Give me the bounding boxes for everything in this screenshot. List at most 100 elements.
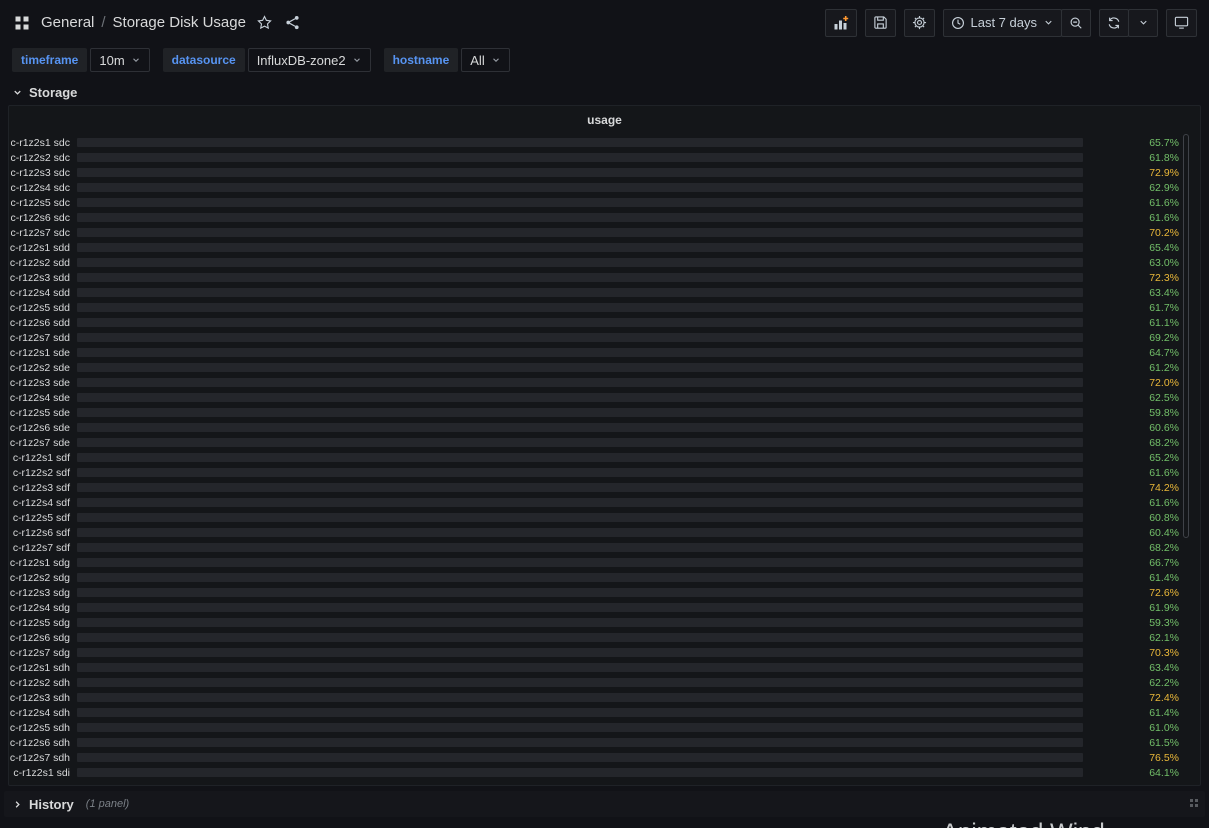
gauge-track <box>77 618 1083 627</box>
cycle-view-mode-button[interactable] <box>1166 8 1197 37</box>
zoom-out-time-button[interactable] <box>1061 8 1091 37</box>
gear-icon <box>912 15 926 30</box>
gauge-row: c-r1z2s7 sdc 70.2% <box>9 225 1200 240</box>
gauge-row: c-r1z2s1 sdg 66.7% <box>9 555 1200 570</box>
chevron-down-icon <box>1045 20 1052 25</box>
gauge-row: c-r1z2s4 sdg 61.9% <box>9 600 1200 615</box>
star-icon <box>257 15 272 30</box>
dashboards-grid-icon[interactable] <box>12 13 32 33</box>
gauge-label: c-r1z2s1 sdc <box>10 136 70 149</box>
gauge-label: c-r1z2s3 sdd <box>9 271 70 284</box>
gauge-label: c-r1z2s7 sde <box>9 436 70 449</box>
gauge-track <box>77 738 1083 747</box>
row-header-history[interactable]: History (1 panel) <box>4 791 1205 817</box>
gauge-label: c-r1z2s6 sdg <box>9 631 70 644</box>
gauge-track <box>77 198 1083 207</box>
gauge-track <box>77 213 1083 222</box>
panel-title[interactable]: usage <box>9 106 1200 133</box>
gauge-row: c-r1z2s3 sdf 74.2% <box>9 480 1200 495</box>
gauge-track <box>77 528 1083 537</box>
variable-datasource-selected: InfluxDB-zone2 <box>256 52 346 68</box>
variable-hostname-label: hostname <box>383 48 459 72</box>
gauge-row: c-r1z2s4 sdc 62.9% <box>9 180 1200 195</box>
gauge-row: c-r1z2s7 sdh 76.5% <box>9 750 1200 765</box>
gauge-track <box>77 393 1083 402</box>
gauge-label: c-r1z2s4 sdh <box>9 706 70 719</box>
save-dashboard-button[interactable] <box>864 8 896 37</box>
star-dashboard-button[interactable] <box>255 13 274 32</box>
partial-panel-title-clipped: Animated Wind <box>942 818 1202 828</box>
gauge-label: c-r1z2s4 sdf <box>12 496 70 509</box>
gauge-value: 61.5% <box>1149 736 1179 749</box>
gauge-track <box>77 318 1083 327</box>
row-drag-handle[interactable] <box>1190 799 1198 807</box>
gauge-row: c-r1z2s5 sdf 60.8% <box>9 510 1200 525</box>
gauge-track <box>77 753 1083 762</box>
refresh-button[interactable] <box>1099 8 1129 37</box>
gauge-label: c-r1z2s3 sdh <box>9 691 70 704</box>
gauge-row: c-r1z2s5 sdh 61.0% <box>9 720 1200 735</box>
gauge-track <box>77 408 1083 417</box>
gauge-label: c-r1z2s2 sdh <box>9 676 70 689</box>
dashboard-settings-button[interactable] <box>903 8 935 37</box>
monitor-icon <box>1174 16 1189 29</box>
gauge-rows: c-r1z2s1 sdc 65.7% c-r1z2s2 sdc 61.8% c-… <box>9 133 1200 780</box>
time-range-picker[interactable]: Last 7 days <box>942 8 1062 37</box>
row-header-storage[interactable]: Storage <box>0 79 1209 105</box>
gauge-label: c-r1z2s5 sdd <box>9 301 70 314</box>
gauge-row: c-r1z2s7 sdg 70.3% <box>9 645 1200 660</box>
gauge-value: 70.3% <box>1149 646 1179 659</box>
gauge-row: c-r1z2s1 sdh 63.4% <box>9 660 1200 675</box>
gauge-label: c-r1z2s1 sdh <box>9 661 70 674</box>
gauge-row: c-r1z2s6 sdf 60.4% <box>9 525 1200 540</box>
gauge-row: c-r1z2s3 sdc 72.9% <box>9 165 1200 180</box>
refresh-interval-dropdown[interactable] <box>1128 8 1158 37</box>
gauge-track <box>77 708 1083 717</box>
gauge-value: 64.1% <box>1149 766 1179 779</box>
page-title[interactable]: Storage Disk Usage <box>113 14 246 31</box>
gauge-value: 61.4% <box>1149 571 1179 584</box>
gauge-track <box>77 423 1083 432</box>
gauge-row: c-r1z2s5 sdc 61.6% <box>9 195 1200 210</box>
variable-datasource-label: datasource <box>162 48 245 72</box>
gauge-row: c-r1z2s5 sde 59.8% <box>9 405 1200 420</box>
variable-hostname-value[interactable]: All <box>461 48 510 72</box>
variable-timeframe-label: timeframe <box>12 48 88 72</box>
gauge-track <box>77 438 1083 447</box>
gauge-label: c-r1z2s5 sdf <box>12 511 70 524</box>
panel-scrollbar-thumb[interactable] <box>1183 134 1189 538</box>
chevron-right-icon <box>15 800 20 808</box>
gauge-value: 72.4% <box>1149 691 1179 704</box>
gauge-track <box>77 558 1083 567</box>
gauge-value: 72.6% <box>1149 586 1179 599</box>
gauge-track <box>77 183 1083 192</box>
gauge-label: c-r1z2s2 sdf <box>12 466 70 479</box>
gauge-row: c-r1z2s1 sde 64.7% <box>9 345 1200 360</box>
gauge-row: c-r1z2s6 sdc 61.6% <box>9 210 1200 225</box>
add-panel-button[interactable] <box>824 8 857 37</box>
gauge-track <box>77 243 1083 252</box>
variable-datasource: datasource InfluxDB-zone2 <box>162 48 371 72</box>
gauge-label: c-r1z2s4 sdc <box>10 181 70 194</box>
share-dashboard-button[interactable] <box>283 13 302 32</box>
gauge-label: c-r1z2s2 sdd <box>9 256 70 269</box>
variable-datasource-value[interactable]: InfluxDB-zone2 <box>247 48 371 72</box>
gauge-track <box>77 633 1083 642</box>
breadcrumb-folder[interactable]: General <box>41 14 94 31</box>
variable-timeframe-value[interactable]: 10m <box>90 48 150 72</box>
gauge-row: c-r1z2s7 sdf 68.2% <box>9 540 1200 555</box>
variable-timeframe: timeframe 10m <box>12 48 150 72</box>
gauge-row: c-r1z2s3 sde 72.0% <box>9 375 1200 390</box>
chevron-down-icon <box>353 58 360 63</box>
chevron-down-icon <box>492 58 499 63</box>
gauge-label: c-r1z2s1 sdf <box>12 451 70 464</box>
gauge-track <box>77 153 1083 162</box>
gauge-label: c-r1z2s6 sdc <box>10 211 70 224</box>
gauge-track <box>77 693 1083 702</box>
row-title-history: History <box>29 796 74 812</box>
gauge-label: c-r1z2s5 sdg <box>9 616 70 629</box>
gauge-track <box>77 468 1083 477</box>
refresh-icon <box>1108 16 1120 29</box>
gauge-row: c-r1z2s2 sdf 61.6% <box>9 465 1200 480</box>
gauge-label: c-r1z2s2 sdc <box>10 151 70 164</box>
